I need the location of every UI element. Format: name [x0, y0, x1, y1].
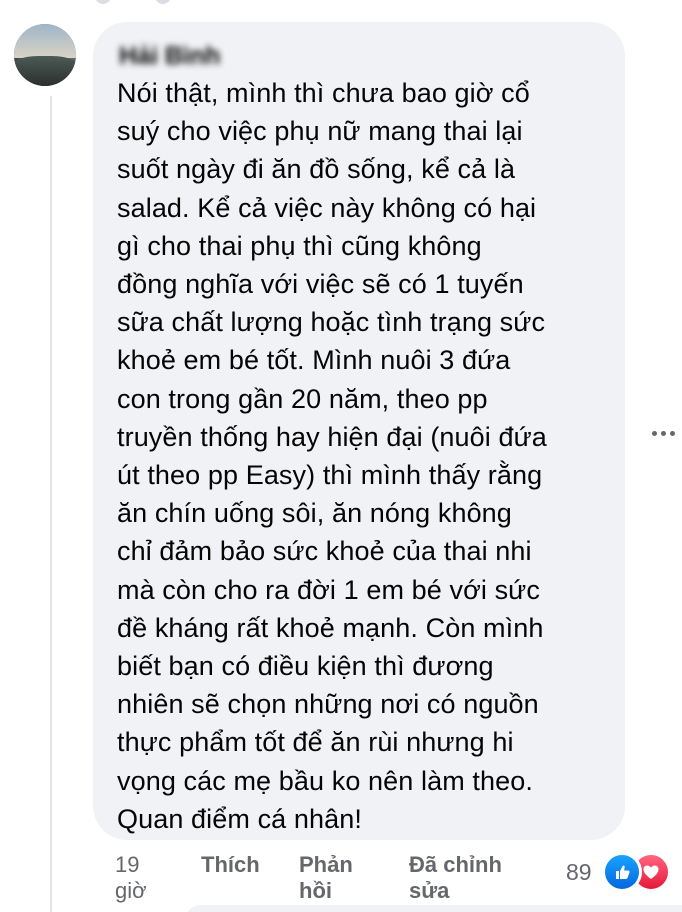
author-name[interactable]: Hải Bình	[119, 42, 599, 70]
reply-button[interactable]: Phản hồi	[299, 852, 369, 904]
like-button[interactable]: Thích	[201, 852, 260, 878]
avatar-landscape	[14, 56, 76, 86]
avatar[interactable]	[14, 24, 76, 86]
comment-text: Nói thật, mình thì chưa bao giờ cổ suý c…	[117, 78, 547, 834]
more-options-button[interactable]	[648, 418, 678, 448]
cutoff-icon	[155, 0, 171, 4]
comment-thread: Hải Bình Nói thật, mình thì chưa bao giờ…	[0, 0, 682, 912]
avatar-sky	[14, 24, 76, 58]
previous-comment-actions-cutoff	[95, 0, 171, 4]
comment-timestamp[interactable]: 19 giờ	[115, 852, 175, 904]
reaction-icons[interactable]	[602, 852, 672, 892]
comment-actions: 19 giờ Thích Phản hồi Đã chỉnh sửa	[115, 852, 575, 904]
edited-label[interactable]: Đã chỉnh sửa	[409, 852, 539, 904]
reply-thread-line	[50, 96, 52, 912]
more-dot	[669, 430, 675, 436]
comment-bubble: Hải Bình Nói thật, mình thì chưa bao giờ…	[93, 22, 625, 840]
reaction-count[interactable]: 89	[566, 859, 592, 885]
next-comment-bubble-cutoff	[186, 905, 682, 912]
like-icon	[602, 852, 642, 892]
cutoff-icon	[95, 0, 111, 4]
more-dot	[660, 430, 666, 436]
more-dot	[651, 430, 657, 436]
